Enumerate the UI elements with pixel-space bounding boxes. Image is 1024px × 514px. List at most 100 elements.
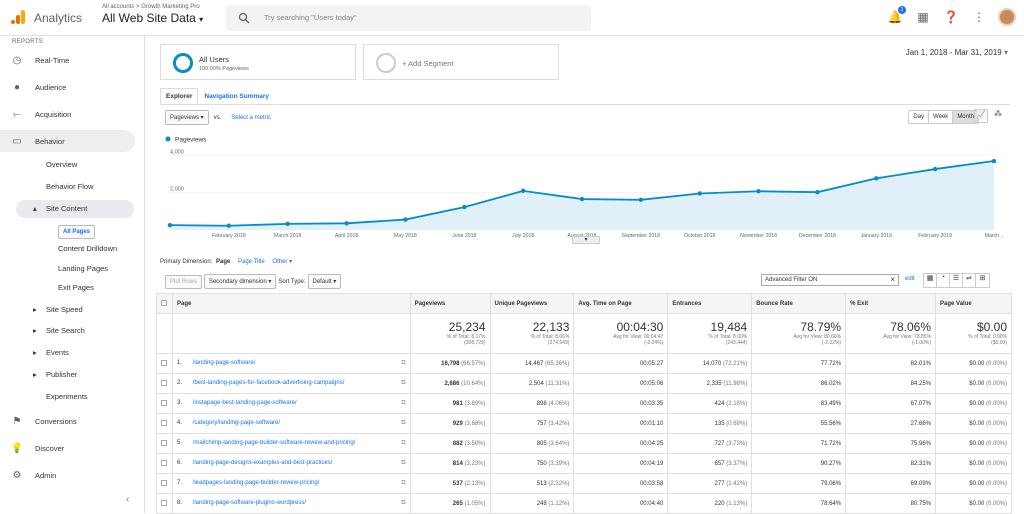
top-bar: Analytics All accounts > Growth Marketin… bbox=[0, 0, 1024, 36]
open-page-icon[interactable]: ⧉ bbox=[401, 480, 405, 487]
chart-resize-handle[interactable]: ▾ bbox=[572, 236, 600, 244]
comparison-view-icon[interactable]: ⇌ bbox=[963, 274, 976, 287]
header-exit[interactable]: % Exit bbox=[845, 293, 937, 314]
search-bar[interactable]: Try searching "Users today" bbox=[226, 5, 591, 31]
line-chart-icon[interactable]: 📈 bbox=[974, 109, 988, 123]
expand-caret-icon[interactable]: ▸ bbox=[33, 370, 37, 379]
row-checkbox[interactable] bbox=[156, 493, 173, 514]
row-checkbox[interactable] bbox=[156, 433, 173, 454]
dimension-other[interactable]: Other ▾ bbox=[272, 259, 292, 265]
select-all-checkbox[interactable] bbox=[156, 293, 173, 314]
analytics-logo-icon[interactable] bbox=[10, 9, 26, 25]
sidebar-item-discover[interactable]: 💡 Discover bbox=[0, 437, 145, 459]
add-segment-button[interactable]: + Add Segment bbox=[363, 44, 559, 80]
sidebar-subitem-experiments[interactable]: Experiments bbox=[46, 392, 88, 401]
dimension-page-title[interactable]: Page Title bbox=[238, 259, 265, 265]
entrances-value: 727 bbox=[714, 440, 725, 447]
metric-select[interactable]: Pageviews ▾ bbox=[165, 110, 209, 125]
pie-view-icon[interactable]: ◔ bbox=[937, 274, 950, 287]
page-link[interactable]: /instapage-best-landing-page-software/ bbox=[193, 400, 297, 406]
tab-navigation-summary[interactable]: Navigation Summary bbox=[198, 88, 275, 105]
sort-type-select[interactable]: Default ▾ bbox=[307, 274, 342, 289]
notifications-bell-icon[interactable]: 🔔 1 bbox=[886, 6, 906, 26]
row-checkbox[interactable] bbox=[156, 413, 173, 434]
sidebar-subitem-behavior-flow[interactable]: Behavior Flow bbox=[46, 182, 94, 191]
expand-caret-icon[interactable]: ▸ bbox=[33, 305, 37, 314]
secondary-dimension-select[interactable]: Secondary dimension ▾ bbox=[203, 274, 277, 289]
header-page-value[interactable]: Page Value bbox=[935, 293, 1012, 314]
sidebar-item-behavior[interactable]: ▭ Behavior bbox=[0, 130, 135, 152]
day-button[interactable]: Day bbox=[909, 111, 930, 123]
page-link[interactable]: /leadpages-landing-page-builder-review-p… bbox=[193, 480, 320, 486]
open-page-icon[interactable]: ⧉ bbox=[401, 440, 405, 447]
bounce-rate-cell: 90.27% bbox=[751, 453, 847, 474]
advanced-filter-input[interactable]: Advanced Filter ON × bbox=[761, 274, 899, 286]
avatar[interactable] bbox=[998, 8, 1016, 26]
sidebar-subitem-events[interactable]: Events bbox=[46, 348, 69, 357]
page-link[interactable]: /mailchimp-landing-page-builder-software… bbox=[193, 440, 356, 446]
open-page-icon[interactable]: ⧉ bbox=[401, 360, 405, 367]
expand-caret-icon[interactable]: ▸ bbox=[33, 326, 37, 335]
open-page-icon[interactable]: ⧉ bbox=[401, 400, 405, 407]
row-checkbox[interactable] bbox=[156, 453, 173, 474]
expand-caret-icon[interactable]: ▴ bbox=[33, 204, 37, 213]
unique-pageviews-value: 2,504 bbox=[528, 380, 544, 387]
select-metric-link[interactable]: Select a metric bbox=[231, 115, 271, 121]
plot-rows-button[interactable]: Plot Rows bbox=[165, 275, 203, 289]
week-button[interactable]: Week bbox=[929, 111, 954, 123]
account-selector[interactable]: All accounts > Growth Marketing Pro All … bbox=[102, 4, 203, 25]
header-entrances[interactable]: Entrances bbox=[667, 293, 753, 314]
collapse-sidebar-icon[interactable]: ‹ bbox=[126, 494, 129, 505]
unique-pageviews-pct: (3.39%) bbox=[548, 460, 570, 467]
open-page-icon[interactable]: ⧉ bbox=[401, 460, 405, 467]
clear-filter-icon[interactable]: × bbox=[890, 275, 895, 284]
tab-explorer[interactable]: Explorer bbox=[160, 88, 199, 105]
dimension-page[interactable]: Page bbox=[216, 259, 230, 265]
page-link[interactable]: /landing-page-designs-examples-and-best-… bbox=[193, 460, 333, 466]
sidebar-item-admin[interactable]: ⚙ Admin bbox=[0, 464, 145, 486]
sidebar-subitem-publisher[interactable]: Publisher bbox=[46, 370, 77, 379]
page-value-cell: $0.00 (0.00%) bbox=[935, 453, 1012, 474]
sidebar-subitem-all-pages[interactable]: All Pages bbox=[58, 225, 96, 239]
edit-filter-link[interactable]: edit bbox=[905, 276, 915, 282]
sidebar-subitem-content-drilldown[interactable]: Content Drilldown bbox=[58, 244, 117, 253]
sidebar-item-audience[interactable]: ● Audience bbox=[0, 76, 145, 98]
help-icon[interactable]: ❓ bbox=[942, 8, 960, 26]
page-link[interactable]: /best-landing-pages-for-facebook-adverti… bbox=[193, 380, 345, 386]
performance-view-icon[interactable]: ☰ bbox=[950, 274, 963, 287]
open-page-icon[interactable]: ⧉ bbox=[401, 500, 405, 507]
row-checkbox[interactable] bbox=[156, 353, 173, 374]
apps-grid-icon[interactable]: ▦ bbox=[914, 8, 932, 26]
sidebar-subitem-landing-pages[interactable]: Landing Pages bbox=[58, 264, 108, 273]
expand-caret-icon[interactable]: ▸ bbox=[33, 348, 37, 357]
sidebar-item-conversions[interactable]: ⚑ Conversions bbox=[0, 410, 145, 432]
date-range-picker[interactable]: Jan 1, 2018 - Mar 31, 2019 ▾ bbox=[906, 48, 1008, 57]
open-page-icon[interactable]: ⧉ bbox=[401, 420, 405, 427]
sidebar-subitem-exit-pages[interactable]: Exit Pages bbox=[58, 283, 94, 292]
row-checkbox[interactable] bbox=[156, 373, 173, 394]
row-checkbox[interactable] bbox=[156, 473, 173, 494]
motion-chart-icon[interactable]: ⁂ bbox=[991, 109, 1005, 123]
table-view-icon[interactable]: ▦ bbox=[924, 274, 937, 287]
header-page[interactable]: Page bbox=[171, 293, 411, 314]
page-link[interactable]: /landing-page-software/ bbox=[193, 360, 256, 366]
page-link[interactable]: /landing-page-software-plugins-wordpress… bbox=[193, 500, 306, 506]
sidebar-subitem-site-content[interactable]: Site Content bbox=[46, 204, 87, 213]
more-vert-icon[interactable]: ⋮ bbox=[970, 8, 988, 26]
header-pageviews[interactable]: Pageviews bbox=[409, 293, 491, 314]
sidebar-subitem-site-speed[interactable]: Site Speed bbox=[46, 305, 83, 314]
header-unique-pageviews[interactable]: Unique Pageviews bbox=[489, 293, 575, 314]
sidebar-subitem-site-search[interactable]: Site Search bbox=[46, 326, 85, 335]
avg-time-cell: 00:05:06 bbox=[573, 373, 669, 394]
sidebar-item-acquisition[interactable]: ⤚ Acquisition bbox=[0, 103, 145, 125]
sidebar-item-realtime[interactable]: ◷ Real-Time bbox=[0, 49, 145, 71]
header-bounce-rate[interactable]: Bounce Rate bbox=[751, 293, 847, 314]
pageviews-value: 882 bbox=[452, 440, 463, 447]
open-page-icon[interactable]: ⧉ bbox=[401, 380, 405, 387]
sidebar-subitem-overview[interactable]: Overview bbox=[46, 160, 77, 169]
header-avg-time[interactable]: Avg. Time on Page bbox=[573, 293, 669, 314]
segment-all-users[interactable]: All Users 100.00% Pageviews bbox=[160, 44, 356, 80]
row-checkbox[interactable] bbox=[156, 393, 173, 414]
page-link[interactable]: /category/landing-page-software/ bbox=[193, 420, 280, 426]
pivot-view-icon[interactable]: ⊞ bbox=[976, 274, 989, 287]
